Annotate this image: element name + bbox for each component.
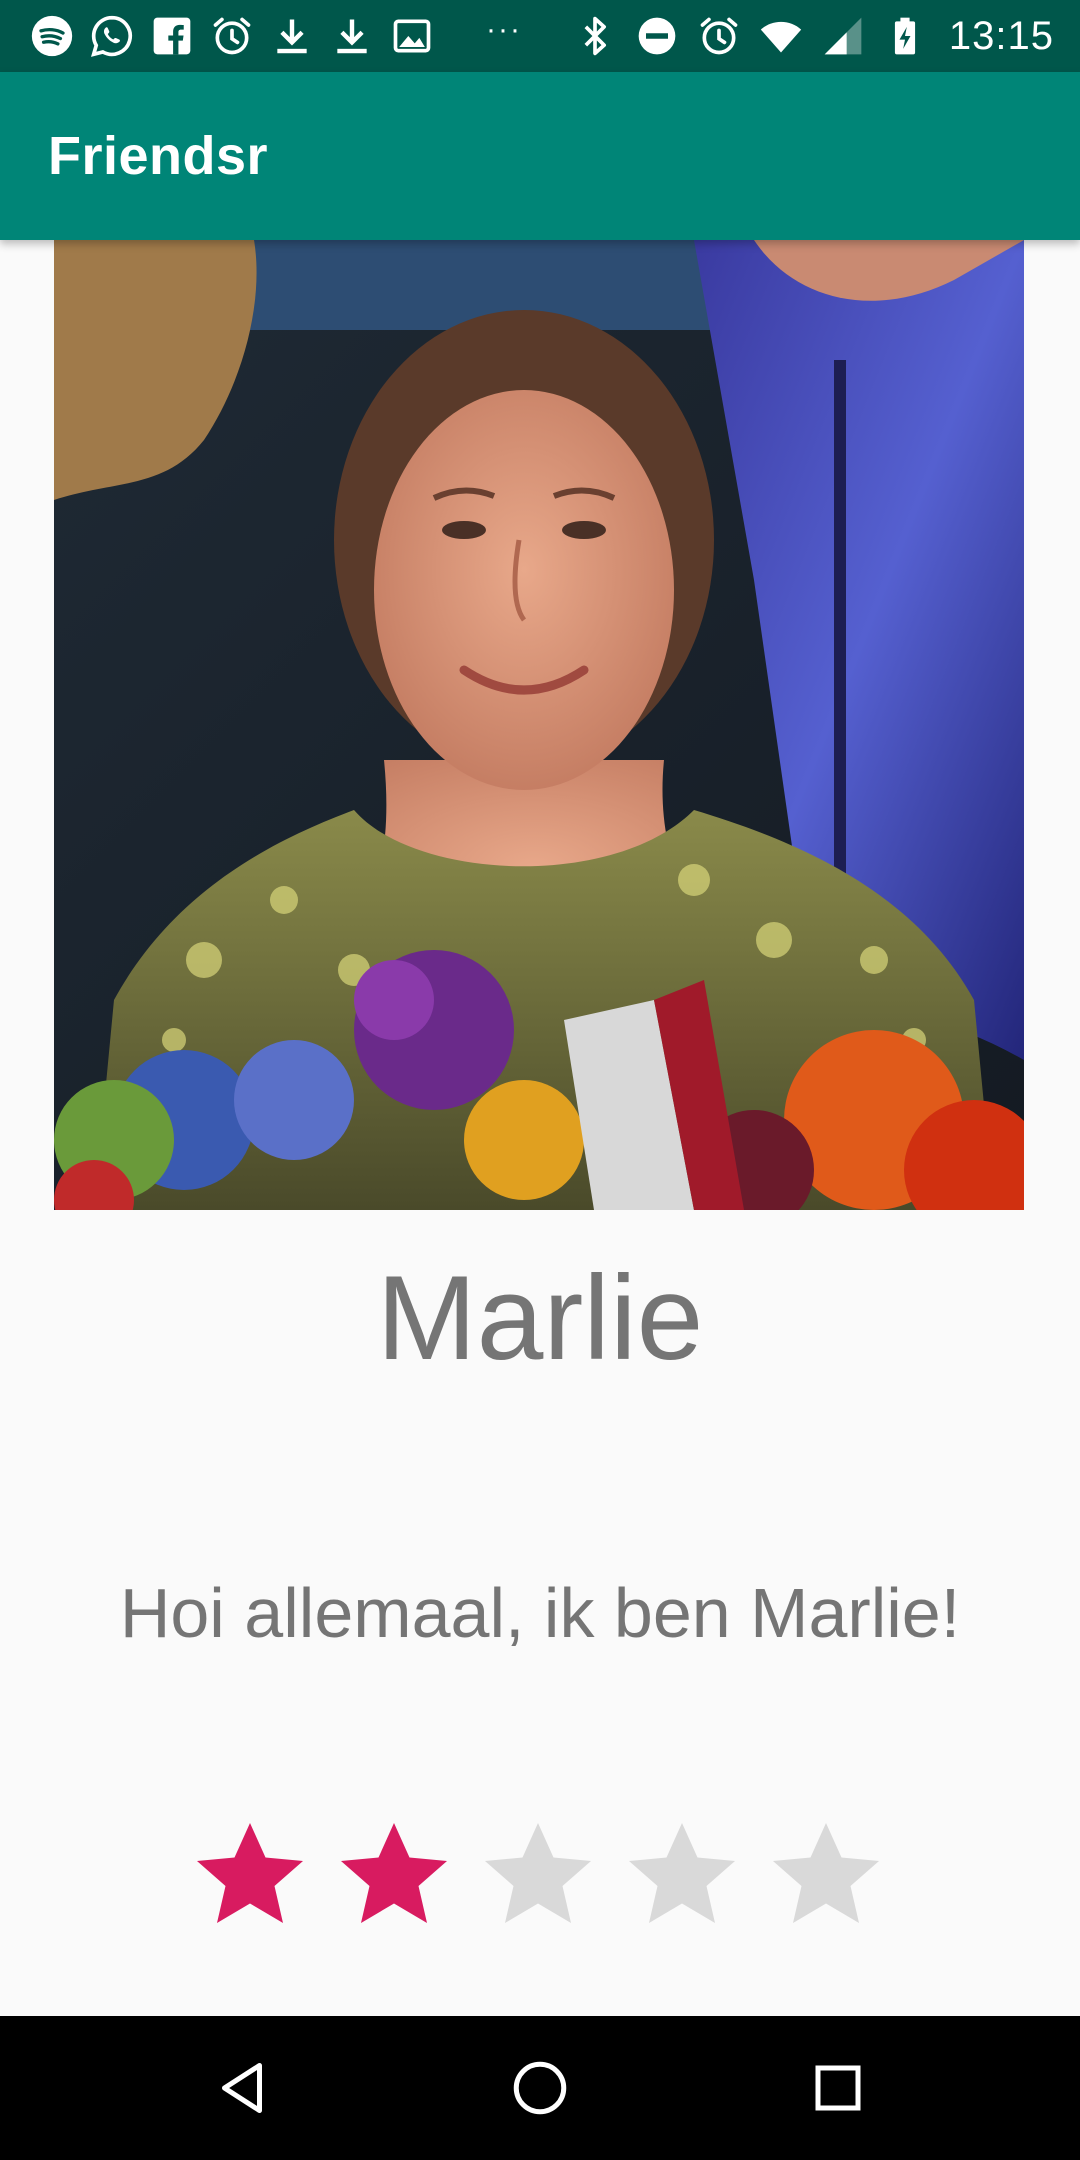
do-not-disturb-icon: [635, 14, 679, 58]
star-filled-icon[interactable]: [334, 1814, 454, 1934]
overflow-indicator: ···: [486, 13, 522, 46]
screen: ··· 13:15 Friendsr Marlie Hoi allemaal, …: [0, 0, 1080, 2160]
star-empty-icon[interactable]: [478, 1814, 598, 1934]
cell-signal-icon: [821, 14, 865, 58]
notification-icons: ···: [30, 14, 548, 58]
star-empty-icon[interactable]: [766, 1814, 886, 1934]
status-bar: ··· 13:15: [0, 0, 1080, 72]
recents-button[interactable]: [788, 2038, 888, 2138]
friend-bio: Hoi allemaal, ik ben Marlie!: [119, 1574, 961, 1652]
wifi-icon: [759, 14, 803, 58]
system-icons: 13:15: [573, 14, 1054, 59]
image-icon: [390, 14, 434, 58]
back-button[interactable]: [192, 2038, 292, 2138]
download-icon: [270, 14, 314, 58]
download-icon: [330, 14, 374, 58]
star-filled-icon[interactable]: [190, 1814, 310, 1934]
facebook-icon: [150, 14, 194, 58]
recents-icon: [815, 2065, 861, 2111]
app-bar: Friendsr: [0, 72, 1080, 240]
back-icon: [222, 2063, 262, 2113]
battery-charging-icon: [883, 14, 927, 58]
alarm-icon: [210, 14, 254, 58]
whatsapp-icon: [90, 14, 134, 58]
rating-bar[interactable]: [190, 1814, 886, 1934]
friend-name: Marlie: [376, 1251, 704, 1385]
spotify-icon: [30, 14, 74, 58]
bluetooth-icon: [573, 14, 617, 58]
profile-photo: [54, 240, 1024, 1210]
alarm-icon: [697, 14, 741, 58]
home-button[interactable]: [490, 2038, 590, 2138]
navigation-bar: [0, 2016, 1080, 2160]
app-title: Friendsr: [48, 126, 269, 186]
clock: 13:15: [948, 13, 1054, 58]
home-icon: [513, 2061, 567, 2115]
star-empty-icon[interactable]: [622, 1814, 742, 1934]
